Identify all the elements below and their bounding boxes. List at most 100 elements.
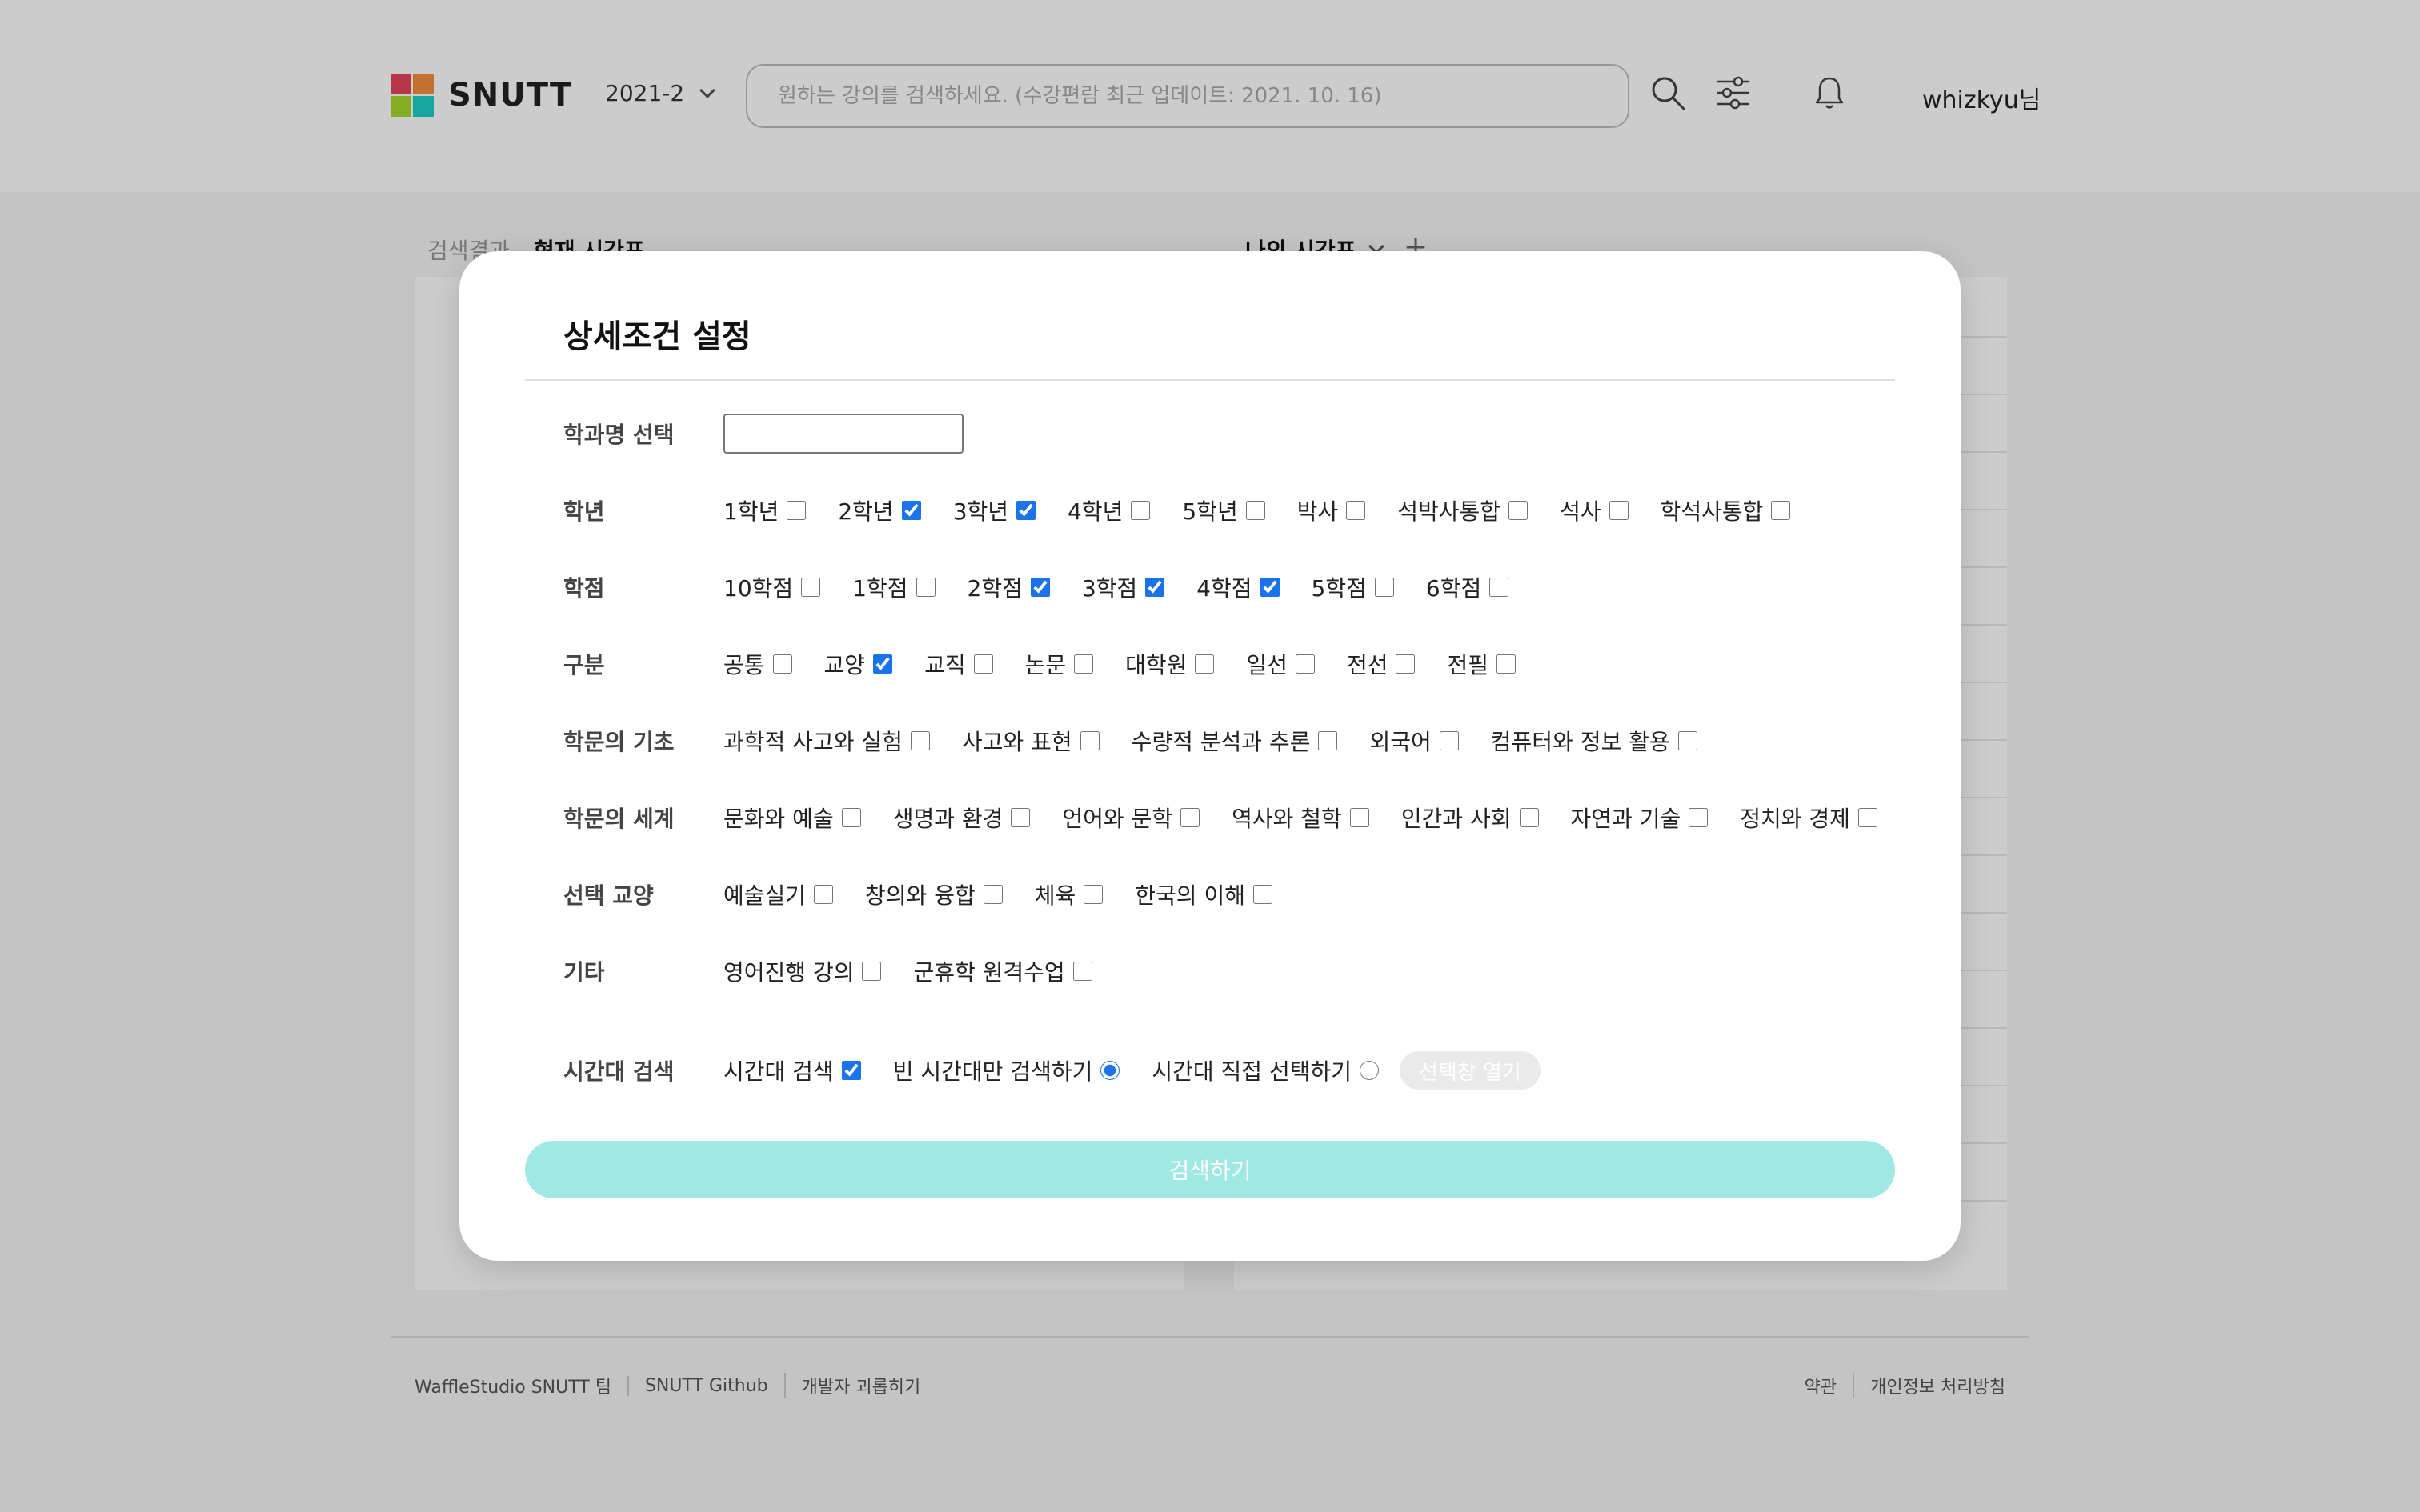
filter-checkbox[interactable] — [1489, 578, 1509, 597]
filter-option[interactable]: 인간과 사회 — [1401, 802, 1539, 834]
filter-option[interactable]: 외국어 — [1369, 725, 1459, 757]
filter-checkbox[interactable] — [1145, 578, 1165, 597]
filter-checkbox[interactable] — [1689, 808, 1709, 827]
filter-option[interactable]: 2학년 — [838, 494, 921, 526]
filter-checkbox[interactable] — [1074, 654, 1094, 674]
filter-checkbox[interactable] — [1439, 731, 1459, 750]
filter-option[interactable]: 영어진행 강의 — [723, 955, 882, 987]
row-elective: 선택 교양 예술실기 창의와 융합 체육 한국의 이해 — [563, 870, 1892, 918]
filter-option[interactable]: 3학년 — [953, 494, 1036, 526]
filter-checkbox[interactable] — [901, 501, 921, 520]
filter-option[interactable]: 예술실기 — [723, 878, 834, 910]
empty-time-radio-option[interactable]: 빈 시간대만 검색하기 — [893, 1054, 1120, 1086]
empty-time-radio[interactable] — [1100, 1061, 1120, 1080]
filter-checkbox[interactable] — [1609, 501, 1629, 520]
filter-option[interactable]: 과학적 사고와 실험 — [723, 725, 930, 757]
row-label: 선택 교양 — [563, 882, 654, 909]
filter-checkbox[interactable] — [1508, 501, 1529, 520]
filter-option[interactable]: 언어와 문학 — [1062, 802, 1200, 834]
filter-option[interactable]: 사고와 표현 — [962, 725, 1100, 757]
filter-checkbox[interactable] — [1084, 885, 1104, 904]
modal-title: 상세조건 설정 — [563, 318, 751, 355]
filter-option[interactable]: 3학점 — [1082, 571, 1165, 603]
filter-checkbox[interactable] — [1318, 731, 1338, 750]
time-search-checkbox-option[interactable]: 시간대 검색 — [723, 1054, 861, 1086]
filter-option[interactable]: 문화와 예술 — [723, 802, 861, 834]
filter-checkbox[interactable] — [1349, 808, 1369, 827]
filter-checkbox[interactable] — [841, 808, 861, 827]
filter-checkbox[interactable] — [1496, 654, 1516, 674]
filter-option[interactable]: 5학년 — [1182, 494, 1265, 526]
filter-checkbox[interactable] — [1677, 731, 1697, 750]
open-time-selector-button[interactable]: 선택창 열기 — [1400, 1051, 1541, 1090]
filter-option[interactable]: 6학점 — [1426, 571, 1509, 603]
filter-checkbox[interactable] — [801, 578, 821, 597]
filter-checkbox[interactable] — [1245, 501, 1265, 520]
filter-checkbox[interactable] — [873, 654, 893, 674]
filter-option[interactable]: 수량적 분석과 추론 — [1132, 725, 1338, 757]
filter-option[interactable]: 정치와 경제 — [1740, 802, 1877, 834]
filter-option[interactable]: 4학점 — [1196, 571, 1280, 603]
filter-checkbox[interactable] — [1195, 654, 1215, 674]
filter-option[interactable]: 자연과 기술 — [1571, 802, 1709, 834]
filter-option[interactable]: 일선 — [1246, 648, 1315, 680]
filter-option[interactable]: 박사 — [1297, 494, 1366, 526]
filter-option[interactable]: 전필 — [1447, 648, 1516, 680]
row-label: 학문의 기초 — [563, 729, 675, 755]
filter-checkbox[interactable] — [973, 654, 993, 674]
filter-option[interactable]: 1학년 — [723, 494, 807, 526]
modal-divider — [525, 379, 1895, 381]
filter-checkbox[interactable] — [1396, 654, 1416, 674]
filter-checkbox[interactable] — [1295, 654, 1315, 674]
filter-option[interactable]: 교직 — [924, 648, 993, 680]
row-label: 구분 — [563, 652, 605, 678]
filter-option[interactable]: 한국의 이해 — [1135, 878, 1272, 910]
filter-checkbox[interactable] — [1519, 808, 1539, 827]
manual-time-radio[interactable] — [1360, 1061, 1380, 1080]
filter-option[interactable]: 대학원 — [1125, 648, 1215, 680]
filter-checkbox[interactable] — [814, 885, 834, 904]
filter-checkbox[interactable] — [1011, 808, 1031, 827]
filter-checkbox[interactable] — [910, 731, 930, 750]
filter-checkbox[interactable] — [1252, 885, 1272, 904]
row-time-search: 시간대 검색 시간대 검색 빈 시간대만 검색하기 시간대 직접 선택하기 선택… — [563, 1046, 1892, 1094]
filter-checkbox[interactable] — [787, 501, 807, 520]
filter-checkbox[interactable] — [1072, 962, 1092, 981]
filter-option[interactable]: 공통 — [723, 648, 792, 680]
filter-checkbox[interactable] — [1180, 808, 1200, 827]
filter-option[interactable]: 교양 — [824, 648, 893, 680]
filter-option[interactable]: 5학점 — [1312, 571, 1394, 603]
filter-option[interactable]: 논문 — [1025, 648, 1094, 680]
filter-checkbox[interactable] — [983, 885, 1003, 904]
filter-checkbox[interactable] — [862, 962, 882, 981]
manual-time-radio-option[interactable]: 시간대 직접 선택하기 — [1152, 1054, 1380, 1086]
filter-option[interactable]: 4학년 — [1068, 494, 1151, 526]
filter-option[interactable]: 군휴학 원격수업 — [913, 955, 1092, 987]
filter-checkbox[interactable] — [1080, 731, 1100, 750]
filter-checkbox[interactable] — [1131, 501, 1151, 520]
filter-checkbox[interactable] — [916, 578, 936, 597]
filter-checkbox[interactable] — [1771, 501, 1791, 520]
filter-checkbox[interactable] — [1857, 808, 1877, 827]
filter-option[interactable]: 창의와 융합 — [865, 878, 1003, 910]
filter-checkbox[interactable] — [1260, 578, 1280, 597]
search-submit-button[interactable]: 검색하기 — [525, 1141, 1895, 1198]
filter-option[interactable]: 컴퓨터와 정보 활용 — [1491, 725, 1697, 757]
filter-checkbox[interactable] — [1016, 501, 1036, 520]
filter-option[interactable]: 역사와 철학 — [1232, 802, 1369, 834]
filter-option[interactable]: 체육 — [1035, 878, 1104, 910]
filter-checkbox[interactable] — [772, 654, 792, 674]
filter-option[interactable]: 석박사통합 — [1397, 494, 1529, 526]
filter-option[interactable]: 생명과 환경 — [893, 802, 1031, 834]
filter-checkbox[interactable] — [1346, 501, 1366, 520]
time-search-checkbox[interactable] — [841, 1061, 861, 1080]
department-input[interactable] — [723, 414, 964, 454]
filter-checkbox[interactable] — [1374, 578, 1394, 597]
filter-option[interactable]: 10학점 — [723, 571, 821, 603]
filter-option[interactable]: 1학점 — [852, 571, 936, 603]
filter-option[interactable]: 전선 — [1347, 648, 1416, 680]
filter-option[interactable]: 2학점 — [968, 571, 1050, 603]
filter-checkbox[interactable] — [1030, 578, 1050, 597]
filter-option[interactable]: 석사 — [1560, 494, 1629, 526]
filter-option[interactable]: 학석사통합 — [1661, 494, 1791, 526]
